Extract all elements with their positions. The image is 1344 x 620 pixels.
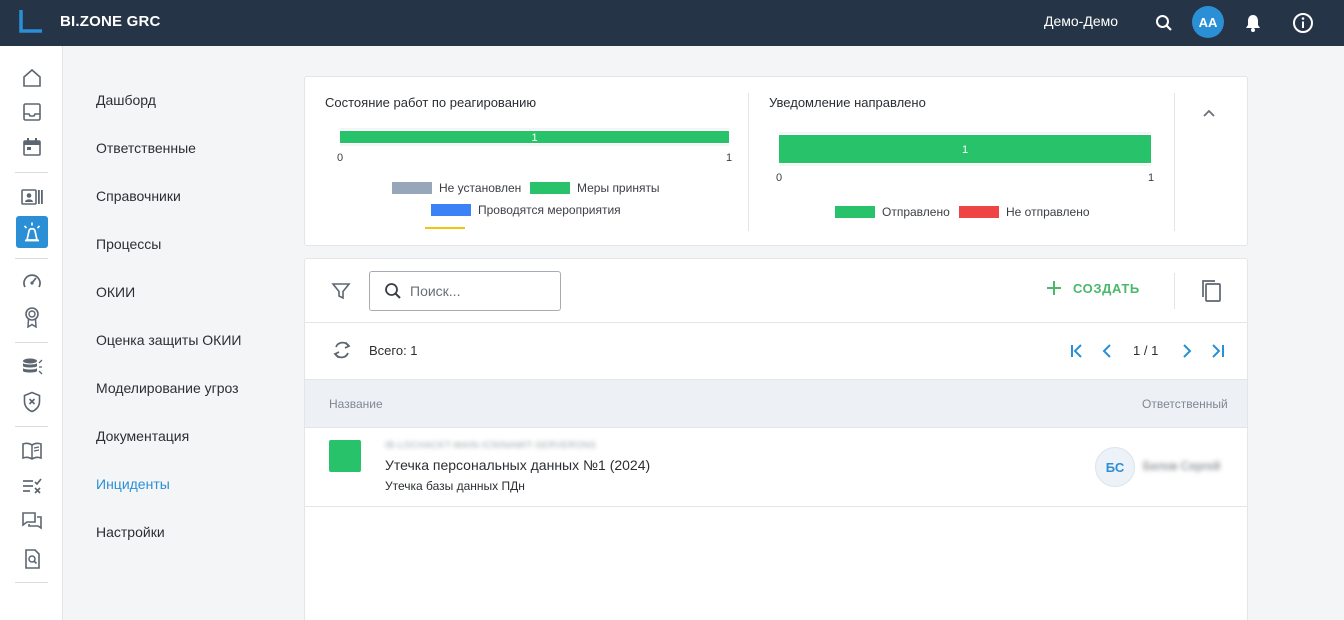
legend-label: Отправлено xyxy=(882,205,950,219)
legend-overflow-clip xyxy=(425,225,545,230)
last-page-icon[interactable] xyxy=(1208,343,1226,359)
legend-label: Меры приняты xyxy=(577,181,660,195)
search-icon[interactable] xyxy=(1152,11,1176,35)
nav-item-okii-assessment[interactable]: Оценка защиты ОКИИ xyxy=(96,332,241,348)
info-icon[interactable] xyxy=(1291,11,1315,35)
create-button-label: СОЗДАТЬ xyxy=(1073,280,1140,296)
incident-alarm-icon[interactable] xyxy=(16,216,48,248)
total-count: Всего: 1 xyxy=(369,343,418,358)
top-bar: BI.ZONE GRC Демо-Демо АА xyxy=(0,0,1344,46)
responsible-avatar[interactable]: БС xyxy=(1095,447,1135,487)
column-header-responsible[interactable]: Ответственный xyxy=(1142,397,1228,411)
legend-label: Не отправлено xyxy=(1006,205,1090,219)
x-tick-label: 0 xyxy=(776,172,782,184)
legend-swatch-green xyxy=(530,182,570,194)
x-tick-label: 0 xyxy=(337,152,343,164)
collapse-chevron-up-icon[interactable] xyxy=(1201,105,1217,126)
legend-item: Не отправлено xyxy=(959,205,1090,219)
status-indicator xyxy=(329,440,361,472)
incident-id: IB-LOCHACKT-MAIN-ICNINAMIT-SERVERONS xyxy=(385,440,597,450)
incident-subtitle: Утечка базы данных ПДн xyxy=(385,479,525,493)
create-button[interactable]: СОЗДАТЬ xyxy=(1045,279,1140,297)
legend-item: Не установлен xyxy=(392,181,521,195)
nav-item-responsible[interactable]: Ответственные xyxy=(96,140,196,156)
table-row[interactable]: IB-LOCHACKT-MAIN-ICNINAMIT-SERVERONS Уте… xyxy=(305,428,1247,507)
legend-swatch-gray xyxy=(392,182,432,194)
legend-item: Отправлено xyxy=(835,205,950,219)
notification-chart: 1 0 1 xyxy=(776,132,1154,184)
shield-x-icon[interactable] xyxy=(20,390,44,414)
search-icon xyxy=(384,282,402,300)
chart-divider xyxy=(748,93,749,231)
gauge-icon[interactable] xyxy=(20,270,44,294)
id-card-icon[interactable] xyxy=(20,185,44,209)
database-icon[interactable] xyxy=(20,355,44,379)
rail-divider xyxy=(15,342,48,343)
legend-item: Меры приняты xyxy=(530,181,660,195)
chart-divider xyxy=(1174,93,1175,231)
calendar-icon[interactable] xyxy=(20,135,44,159)
next-page-icon[interactable] xyxy=(1181,343,1193,359)
chart-title: Состояние работ по реагированию xyxy=(325,95,537,110)
award-icon[interactable] xyxy=(20,305,44,329)
x-tick-label: 1 xyxy=(726,152,732,164)
legend-swatch-blue xyxy=(431,204,471,216)
copy-icon[interactable] xyxy=(1200,279,1222,308)
book-icon[interactable] xyxy=(20,439,44,463)
nav-item-dashboard[interactable]: Дашборд xyxy=(96,92,156,108)
user-avatar[interactable]: АА xyxy=(1192,6,1224,38)
toolbar-bottom-border xyxy=(305,322,1247,323)
chart-title: Уведомление направлено xyxy=(769,95,926,110)
nav-item-settings[interactable]: Настройки xyxy=(96,524,165,540)
refresh-icon[interactable] xyxy=(331,339,353,366)
nav-item-incidents[interactable]: Инциденты xyxy=(96,476,170,492)
document-search-icon[interactable] xyxy=(20,547,44,571)
first-page-icon[interactable] xyxy=(1069,343,1087,359)
checklist-icon[interactable] xyxy=(20,474,44,498)
legend-swatch-red xyxy=(959,206,999,218)
table-header: Название Ответственный xyxy=(305,379,1247,428)
bizone-logo-icon[interactable] xyxy=(19,9,43,33)
home-icon[interactable] xyxy=(20,66,44,90)
x-tick-label: 1 xyxy=(1148,172,1154,184)
data-label: 1 xyxy=(531,132,537,144)
filter-icon[interactable] xyxy=(331,281,351,306)
user-name[interactable]: Демо-Демо xyxy=(1044,13,1118,29)
nav-item-documentation[interactable]: Документация xyxy=(96,428,189,444)
page-indicator: 1 / 1 xyxy=(1133,343,1159,358)
nav-item-directories[interactable]: Справочники xyxy=(96,188,181,204)
rail-divider xyxy=(15,172,48,173)
app-brand[interactable]: BI.ZONE GRC xyxy=(60,13,161,30)
response-status-chart: 1 0 1 xyxy=(337,128,732,164)
rail-divider xyxy=(15,582,48,583)
stats-panel: Состояние работ по реагированию 1 0 1 Не у… xyxy=(304,76,1248,246)
chat-icon[interactable] xyxy=(20,509,44,533)
inbox-icon[interactable] xyxy=(20,100,44,124)
nav-item-processes[interactable]: Процессы xyxy=(96,236,161,252)
responsible-name: Белов Сергей xyxy=(1143,459,1221,473)
search-field[interactable] xyxy=(369,271,561,311)
legend-label: Не установлен xyxy=(439,181,522,195)
nav-item-okii[interactable]: ОКИИ xyxy=(96,284,135,300)
bell-icon[interactable] xyxy=(1241,11,1265,35)
plus-icon xyxy=(1045,279,1063,297)
legend-item: Проводятся мероприятия xyxy=(431,203,621,217)
icon-rail xyxy=(0,46,63,620)
incidents-list-panel: СОЗДАТЬ Всего: 1 1 / 1 Название Ответств… xyxy=(304,258,1248,620)
prev-page-icon[interactable] xyxy=(1101,343,1113,359)
toolbar-divider xyxy=(1174,273,1175,309)
legend-swatch-yellow xyxy=(425,227,465,229)
rail-divider xyxy=(15,426,48,427)
legend-label: Проводятся мероприятия xyxy=(478,203,621,217)
column-header-name[interactable]: Название xyxy=(329,397,383,411)
section-nav: Дашборд Ответственные Справочники Процес… xyxy=(64,46,304,620)
rail-divider xyxy=(15,258,48,259)
legend-swatch-green xyxy=(835,206,875,218)
incident-title[interactable]: Утечка персональных данных №1 (2024) xyxy=(385,457,650,473)
data-label: 1 xyxy=(962,144,968,156)
nav-item-threat-modeling[interactable]: Моделирование угроз xyxy=(96,380,239,396)
search-input[interactable] xyxy=(410,283,550,299)
